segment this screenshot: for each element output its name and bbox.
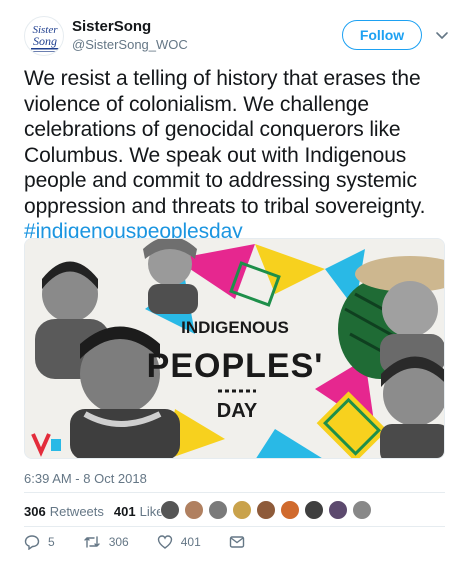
reply-icon (24, 535, 40, 550)
tweet-body: We resist a telling of history that eras… (24, 67, 426, 218)
tweet-timestamp[interactable]: 6:39 AM - 8 Oct 2018 (24, 471, 147, 486)
follow-button[interactable]: Follow (342, 20, 422, 50)
banner-line2: PEOPLES' (147, 347, 324, 385)
liker-avatar[interactable] (304, 500, 324, 520)
reply-button[interactable]: 5 (24, 534, 55, 550)
retweet-icon (83, 536, 100, 548)
caret-down-icon[interactable] (434, 27, 450, 43)
portrait-bottom-right (380, 356, 444, 458)
banner-line3: DAY (217, 400, 258, 422)
avatar[interactable]: Sister Song (24, 16, 64, 56)
tweet-image[interactable]: INDIGENOUS PEOPLES' DAY (24, 238, 445, 459)
author-handle[interactable]: @SisterSong_WOC (72, 37, 188, 52)
direct-message-button[interactable] (229, 534, 253, 550)
divider (24, 526, 445, 527)
like-button[interactable]: 401 (157, 534, 201, 550)
svg-text:Song: Song (33, 34, 57, 48)
liker-avatar[interactable] (160, 500, 180, 520)
message-icon (229, 536, 244, 548)
like-count: 401 (180, 535, 201, 549)
likes-count: 401 (113, 503, 136, 519)
retweets-stat[interactable]: 306 Retweets (24, 504, 104, 519)
retweet-button[interactable]: 306 (83, 534, 129, 550)
engagement-stats: 306 Retweets 401 Likes (24, 500, 180, 522)
liker-avatar[interactable] (256, 500, 276, 520)
liker-avatar[interactable] (184, 500, 204, 520)
liker-avatar[interactable] (232, 500, 252, 520)
tweet-actions: 5 306 401 (24, 534, 281, 550)
author-name[interactable]: SisterSong (72, 18, 151, 35)
heart-icon (157, 535, 172, 549)
liker-avatar[interactable] (352, 500, 372, 520)
retweet-count: 306 (108, 535, 129, 549)
reply-count: 5 (48, 535, 55, 549)
divider (24, 492, 445, 493)
liker-avatar[interactable] (328, 500, 348, 520)
liker-avatar[interactable] (280, 500, 300, 520)
retweets-label: Retweets (49, 503, 104, 519)
tweet-header: Sister Song SisterSong @SisterSong_WOC F… (24, 14, 454, 58)
liker-avatar[interactable] (208, 500, 228, 520)
liker-avatars (160, 500, 376, 520)
tweet-text: We resist a telling of history that eras… (24, 66, 454, 245)
banner-line1: INDIGENOUS (181, 318, 289, 337)
retweets-count: 306 (24, 503, 46, 519)
